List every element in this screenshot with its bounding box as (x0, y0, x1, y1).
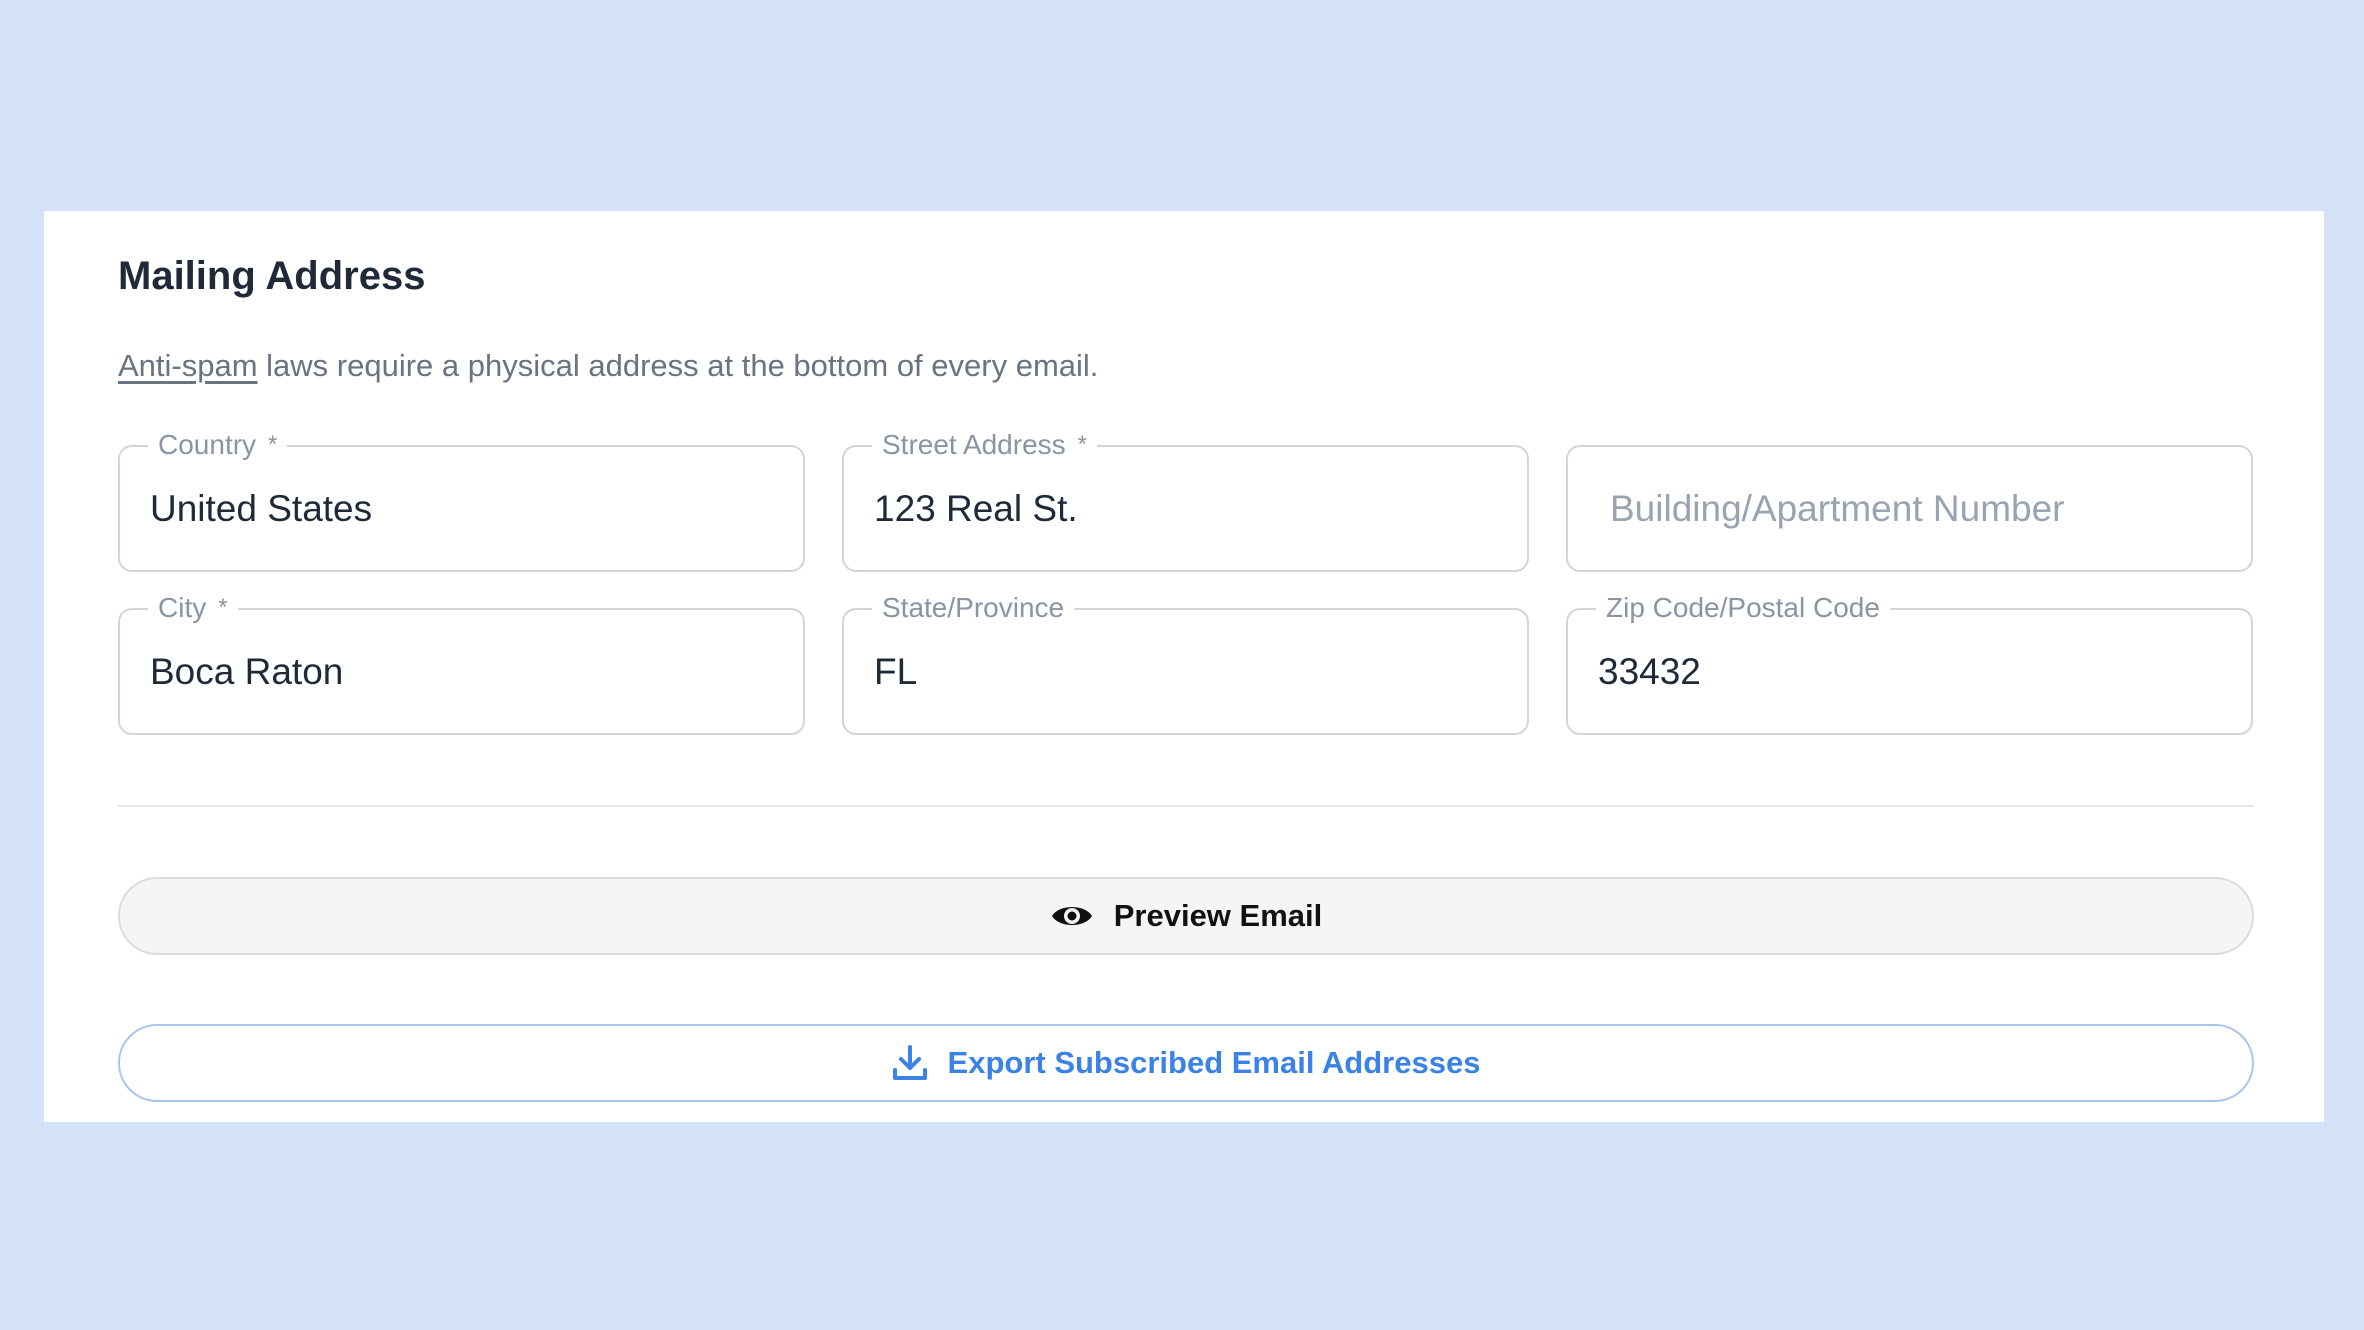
building-input[interactable] (1568, 447, 2251, 570)
section-description: Anti-spam laws require a physical addres… (118, 346, 1098, 386)
export-subscribed-emails-button[interactable]: Export Subscribed Email Addresses (118, 1024, 2254, 1102)
download-icon (892, 1044, 928, 1082)
city-input[interactable] (120, 610, 803, 733)
preview-email-label: Preview Email (1113, 898, 1323, 933)
eye-icon (1050, 901, 1094, 931)
country-input[interactable] (120, 447, 803, 570)
zip-code-input[interactable] (1568, 610, 2251, 733)
state-field[interactable]: State/Province (842, 590, 1529, 735)
section-divider (118, 805, 2254, 807)
anti-spam-link[interactable]: Anti-spam (118, 348, 258, 383)
export-subscribed-emails-label: Export Subscribed Email Addresses (947, 1045, 1481, 1080)
zip-code-field[interactable]: Zip Code/Postal Code (1566, 590, 2253, 735)
street-address-input[interactable] (844, 447, 1527, 570)
section-title: Mailing Address (118, 254, 426, 298)
city-field[interactable]: City * (118, 590, 805, 735)
street-address-field[interactable]: Street Address * (842, 427, 1529, 572)
mailing-address-card: Mailing Address Anti-spam laws require a… (44, 211, 2324, 1122)
state-input[interactable] (844, 610, 1527, 733)
country-field[interactable]: Country * (118, 427, 805, 572)
building-field[interactable] (1566, 445, 2253, 572)
description-text: laws require a physical address at the b… (257, 348, 1099, 383)
preview-email-button[interactable]: Preview Email (118, 877, 2254, 955)
